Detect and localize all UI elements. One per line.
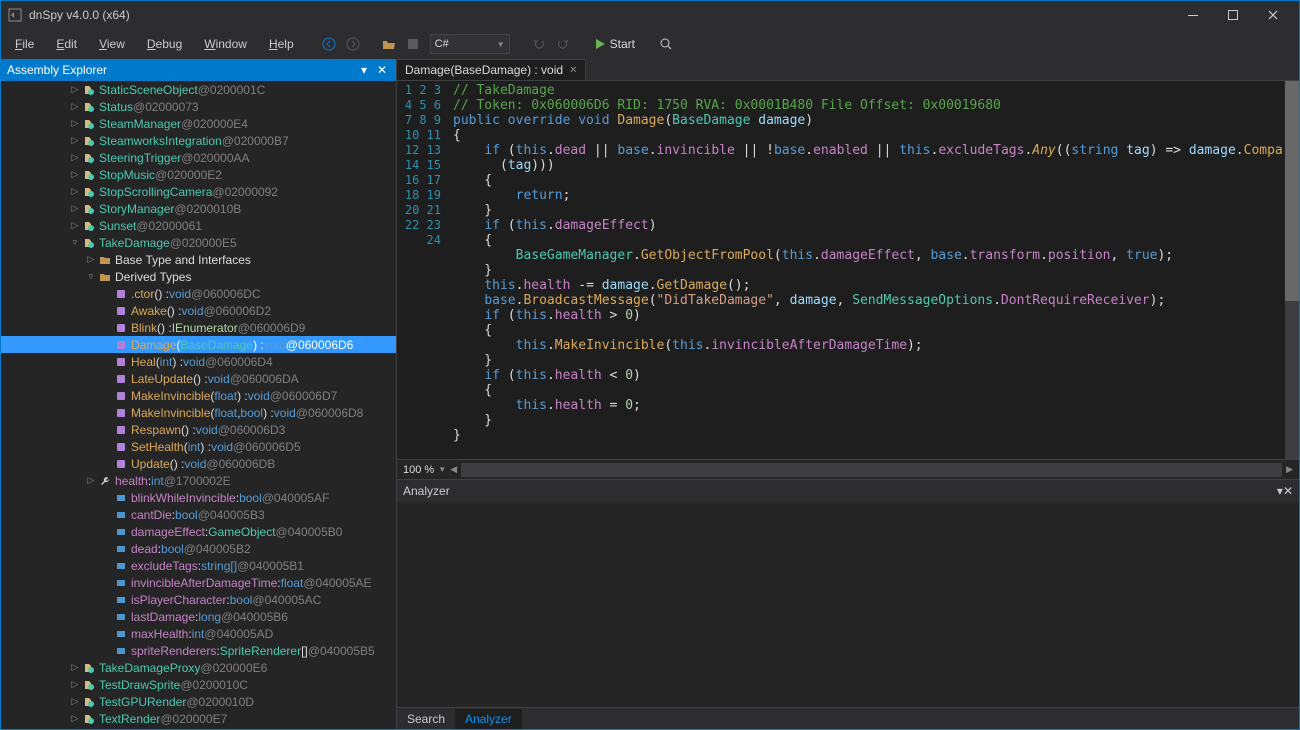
assembly-explorer-header: Assembly Explorer ▾ ✕: [1, 59, 396, 81]
tab-close-icon[interactable]: ✕: [569, 65, 577, 76]
panel-dropdown-icon[interactable]: ▾: [356, 62, 372, 78]
tree-row[interactable]: MakeInvincible(float, bool) : void @0600…: [1, 404, 396, 421]
scroll-left-icon[interactable]: ◀: [450, 464, 457, 475]
save-icon[interactable]: [402, 33, 424, 55]
code-content[interactable]: // TakeDamage // Token: 0x060006D6 RID: …: [449, 81, 1299, 459]
menu-window[interactable]: Window: [194, 33, 257, 55]
tree-row[interactable]: ▷SteamworksIntegration @020000B7: [1, 132, 396, 149]
analyzer-panel: Analyzer ▾ ✕ Search Analyzer: [397, 479, 1299, 729]
tab-analyzer[interactable]: Analyzer: [455, 709, 522, 729]
tree-row[interactable]: SetHealth(int) : void @060006D5: [1, 438, 396, 455]
tree-row[interactable]: dead : bool @040005B2: [1, 540, 396, 557]
redo-icon[interactable]: [552, 33, 574, 55]
code-editor[interactable]: 1 2 3 4 5 6 7 8 9 10 11 12 13 14 15 16 1…: [397, 81, 1299, 459]
minimize-button[interactable]: [1173, 1, 1213, 29]
tree-row[interactable]: ▿TakeDamage @020000E5: [1, 234, 396, 251]
tree-row[interactable]: ▷Status @02000073: [1, 98, 396, 115]
zoom-dropdown-icon[interactable]: ▼: [438, 465, 446, 474]
tab-label: Damage(BaseDamage) : void: [405, 63, 563, 77]
tree-row[interactable]: Damage(BaseDamage) : void @060006D6: [1, 336, 396, 353]
tree-row[interactable]: .ctor() : void @060006DC: [1, 285, 396, 302]
editor-area: Damage(BaseDamage) : void ✕ 1 2 3 4 5 6 …: [397, 59, 1299, 729]
titlebar: dnSpy v4.0.0 (x64): [1, 1, 1299, 29]
start-label: Start: [610, 37, 635, 51]
tree-row[interactable]: Update() : void @060006DB: [1, 455, 396, 472]
tree-row[interactable]: ▷health : int @1700002E: [1, 472, 396, 489]
analyzer-title: Analyzer: [403, 484, 450, 498]
zoom-bar: 100 % ▼ ◀ ▶: [397, 459, 1299, 479]
language-selector[interactable]: C#▼: [430, 34, 510, 54]
tree-row[interactable]: lastDamage : long @040005B6: [1, 608, 396, 625]
tree-row[interactable]: ▷StopMusic @020000E2: [1, 166, 396, 183]
tree-row[interactable]: ▷TextRender @020000E7: [1, 710, 396, 727]
maximize-button[interactable]: [1213, 1, 1253, 29]
analyzer-header: Analyzer ▾ ✕: [397, 480, 1299, 502]
tree-row[interactable]: ▷Sunset @02000061: [1, 217, 396, 234]
menu-help[interactable]: Help: [259, 33, 304, 55]
tree-row[interactable]: blinkWhileInvincible : bool @040005AF: [1, 489, 396, 506]
start-button[interactable]: Start: [588, 35, 641, 53]
scroll-right-icon[interactable]: ▶: [1286, 464, 1293, 475]
tree-row[interactable]: damageEffect : GameObject @040005B0: [1, 523, 396, 540]
tree-row[interactable]: ▷TestDrawSprite @0200010C: [1, 676, 396, 693]
zoom-label: 100 %: [403, 464, 434, 476]
app-icon: [7, 7, 23, 23]
language-label: C#: [435, 38, 449, 50]
play-icon: [594, 38, 606, 50]
menu-file[interactable]: File: [5, 33, 44, 55]
tree-row[interactable]: ▷StaticSceneObject @0200001C: [1, 81, 396, 98]
editor-tab[interactable]: Damage(BaseDamage) : void ✕: [397, 59, 586, 80]
tree-row[interactable]: spriteRenderers : SpriteRenderer[] @0400…: [1, 642, 396, 659]
tree-row[interactable]: MakeInvincible(float) : void @060006D7: [1, 387, 396, 404]
editor-scrollbar[interactable]: [1285, 81, 1299, 459]
menu-edit[interactable]: Edit: [46, 33, 87, 55]
menu-view[interactable]: View: [89, 33, 135, 55]
hscroll-track[interactable]: [461, 463, 1282, 477]
nav-forward-icon[interactable]: [342, 33, 364, 55]
menu-debug[interactable]: Debug: [137, 33, 192, 55]
tree-row[interactable]: Respawn() : void @060006D3: [1, 421, 396, 438]
tree-row[interactable]: maxHealth : int @040005AD: [1, 625, 396, 642]
tree-row[interactable]: isPlayerCharacter : bool @040005AC: [1, 591, 396, 608]
tree-row[interactable]: excludeTags : string[] @040005B1: [1, 557, 396, 574]
line-gutter: 1 2 3 4 5 6 7 8 9 10 11 12 13 14 15 16 1…: [397, 81, 449, 459]
tree-row[interactable]: Heal(int) : void @060006D4: [1, 353, 396, 370]
open-icon[interactable]: [378, 33, 400, 55]
search-icon[interactable]: [655, 33, 677, 55]
close-button[interactable]: [1253, 1, 1293, 29]
analyzer-body: [397, 502, 1299, 707]
tree-row[interactable]: ▿Derived Types: [1, 268, 396, 285]
analyzer-close-icon[interactable]: ✕: [1283, 484, 1293, 498]
window-title: dnSpy v4.0.0 (x64): [29, 8, 1173, 22]
panel-title: Assembly Explorer: [7, 63, 107, 77]
undo-icon[interactable]: [528, 33, 550, 55]
tree-row[interactable]: ▷SteamManager @020000E4: [1, 115, 396, 132]
panel-close-icon[interactable]: ✕: [374, 62, 390, 78]
tree-row[interactable]: ▷SteeringTrigger @020000AA: [1, 149, 396, 166]
tree-row[interactable]: Blink() : IEnumerator @060006D9: [1, 319, 396, 336]
nav-back-icon[interactable]: [318, 33, 340, 55]
tree-row[interactable]: invincibleAfterDamageTime : float @04000…: [1, 574, 396, 591]
menubar: File Edit View Debug Window Help C#▼ Sta…: [1, 29, 1299, 59]
tree-row[interactable]: ▷StopScrollingCamera @02000092: [1, 183, 396, 200]
tree-row[interactable]: ▷Base Type and Interfaces: [1, 251, 396, 268]
tree-row[interactable]: ▷TakeDamageProxy @020000E6: [1, 659, 396, 676]
editor-tabstrip: Damage(BaseDamage) : void ✕: [397, 59, 1299, 81]
tree-row[interactable]: Awake() : void @060006D2: [1, 302, 396, 319]
tree-row[interactable]: LateUpdate() : void @060006DA: [1, 370, 396, 387]
bottom-tabstrip: Search Analyzer: [397, 707, 1299, 729]
tab-search[interactable]: Search: [397, 709, 455, 729]
tree-row[interactable]: ▷TestGPURender @0200010D: [1, 693, 396, 710]
assembly-explorer-panel: Assembly Explorer ▾ ✕ ▷StaticSceneObject…: [1, 59, 397, 729]
tree-view[interactable]: ▷StaticSceneObject @0200001C▷Status @020…: [1, 81, 396, 729]
tree-row[interactable]: cantDie : bool @040005B3: [1, 506, 396, 523]
tree-row[interactable]: ▷StoryManager @0200010B: [1, 200, 396, 217]
